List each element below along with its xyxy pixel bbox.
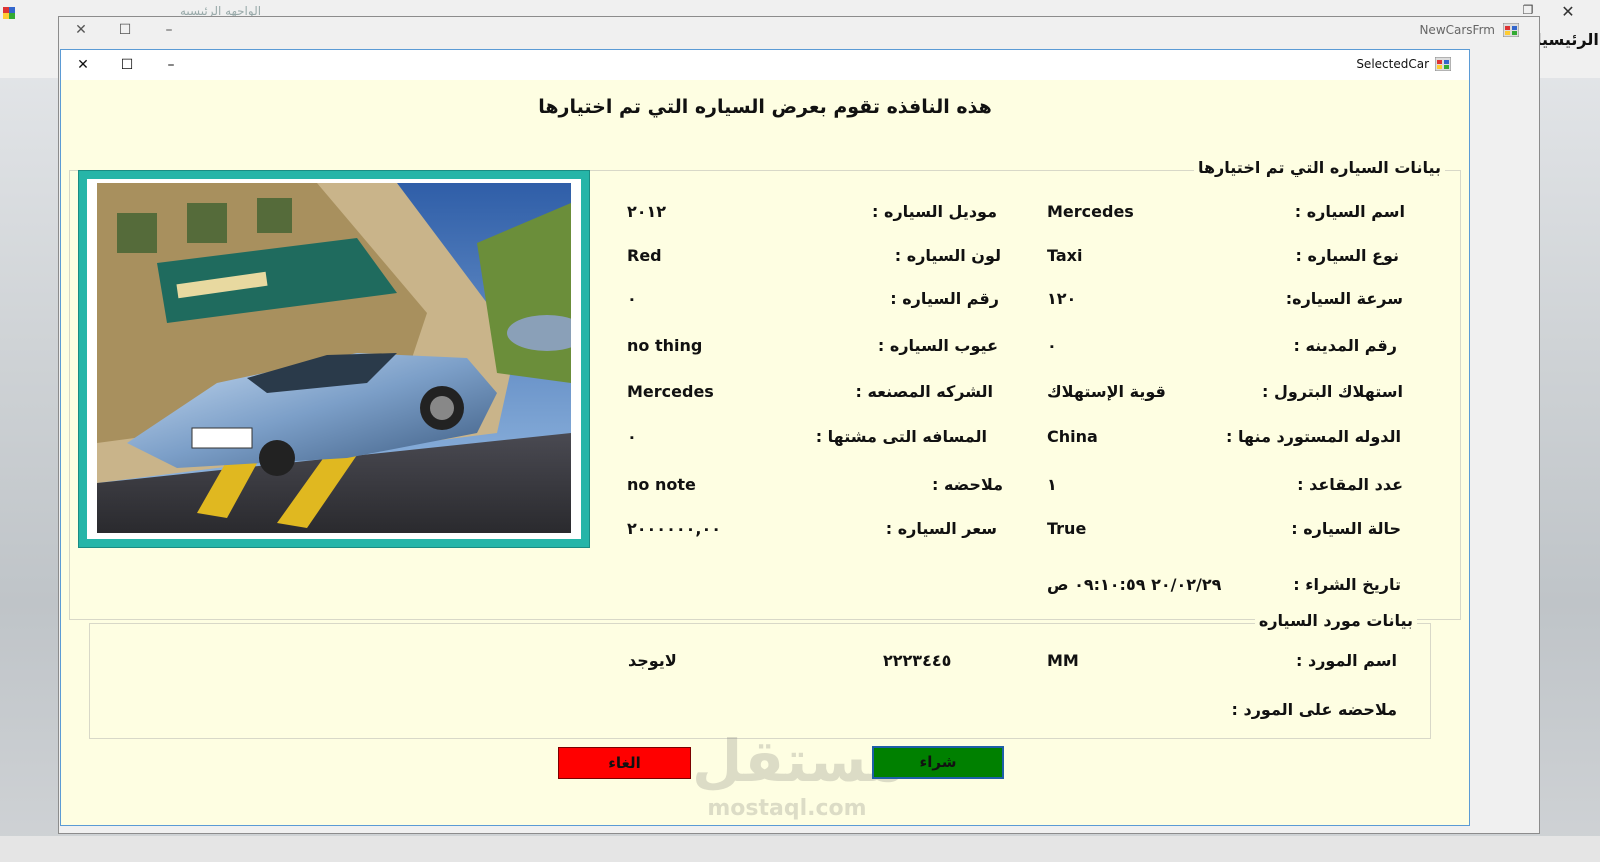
car-type-value: Taxi — [1047, 246, 1083, 265]
seats-label: عدد المقاعد : — [1297, 475, 1403, 494]
supplier-name-value: MM — [1047, 651, 1079, 670]
mileage-label: المسافه التى مشتها : — [815, 427, 987, 446]
background-label: الرئيسيا — [1536, 30, 1599, 49]
window-icon — [1435, 57, 1451, 71]
car-name-label: اسم السياره : — [1294, 202, 1405, 221]
group-title: بيانات السياره التي تم اختيارها — [1193, 158, 1445, 177]
group-title: بيانات مورد السياره — [1254, 611, 1417, 630]
seats-value: ١ — [1047, 475, 1057, 494]
car-defects-value: no thing — [627, 336, 703, 355]
maximize-icon[interactable]: ☐ — [117, 55, 137, 75]
car-speed-value: ١٢٠ — [1047, 289, 1077, 308]
import-country-value: China — [1047, 427, 1098, 446]
car-status-label: حالة السياره : — [1291, 519, 1401, 538]
fuel-consumption-value: قوية الإستهلاك — [1047, 382, 1166, 401]
app-icon — [3, 7, 15, 19]
mostaql-watermark: مستقل mostaql.com — [692, 727, 905, 821]
supplier-extra-value: لايوجد — [628, 651, 677, 670]
close-icon[interactable]: ✕ — [73, 55, 93, 75]
supplier-note-label: ملاحضه على المورد : — [1231, 700, 1397, 719]
note-label: ملاحضه : — [931, 475, 1003, 494]
window-title: NewCarsFrm — [1419, 23, 1495, 37]
manufacturer-label: الشركه المصنعه : — [855, 382, 993, 401]
car-price-value: ٢٠٠٠٠٠٠,٠٠ — [627, 519, 721, 538]
window-title: SelectedCar — [1356, 57, 1429, 71]
car-picture-box — [78, 170, 590, 548]
import-country-label: الدوله المستورد منها : — [1226, 427, 1401, 446]
car-defects-label: عيوب السياره : — [877, 336, 998, 355]
close-icon[interactable]: ✕ — [71, 20, 91, 40]
maximize-icon[interactable]: ☐ — [115, 20, 135, 40]
city-number-label: رقم المدينه : — [1293, 336, 1397, 355]
car-price-label: سعر السياره : — [885, 519, 997, 538]
supplier-details-group — [89, 623, 1431, 739]
minimize-icon[interactable]: – — [159, 20, 179, 40]
supplier-phone-value: ٢٢٢٣٤٤٥ — [883, 651, 952, 670]
car-speed-label: سرعة السياره: — [1285, 289, 1403, 308]
car-number-value: ٠ — [627, 289, 637, 308]
car-name-value: Mercedes — [1047, 202, 1134, 221]
manufacturer-value: Mercedes — [627, 382, 714, 401]
car-model-label: موديل السياره : — [872, 202, 997, 221]
minimize-icon[interactable]: – — [161, 55, 181, 75]
buy-button[interactable]: شراء — [872, 746, 1004, 779]
background-bottom-strip — [0, 836, 1600, 862]
window-titlebar — [61, 50, 1469, 80]
close-icon[interactable]: ✕ — [1558, 2, 1578, 21]
purchase-date-label: تاريخ الشراء : — [1293, 575, 1401, 594]
mileage-value: ٠ — [627, 427, 637, 446]
supplier-name-label: اسم المورد : — [1296, 651, 1397, 670]
car-photo-illustration — [97, 183, 571, 533]
car-number-label: رقم السياره : — [890, 289, 999, 308]
city-number-value: ٠ — [1047, 336, 1057, 355]
watermark-text: mostaql.com — [707, 796, 867, 821]
car-color-value: Red — [627, 246, 662, 265]
car-color-label: لون السياره : — [894, 246, 1001, 265]
fuel-consumption-label: استهلاك البترول : — [1262, 382, 1403, 401]
car-type-label: نوع السياره : — [1295, 246, 1399, 265]
car-status-value: True — [1047, 519, 1087, 538]
purchase-date-value: ٢٠/٠٢/٢٩ ٠٩:١٠:٥٩ ص — [1047, 575, 1222, 594]
selected-car-window: ✕ ☐ – SelectedCar هذه النافذه تقوم بعرض … — [60, 49, 1470, 826]
page-title: هذه النافذه تقوم بعرض السياره التي تم اخ… — [538, 96, 992, 118]
car-model-value: ٢٠١٢ — [627, 202, 667, 221]
window-icon — [1503, 23, 1519, 37]
note-value: no note — [627, 475, 696, 494]
car-photo — [97, 183, 571, 533]
cancel-button[interactable]: الغاء — [558, 747, 691, 779]
